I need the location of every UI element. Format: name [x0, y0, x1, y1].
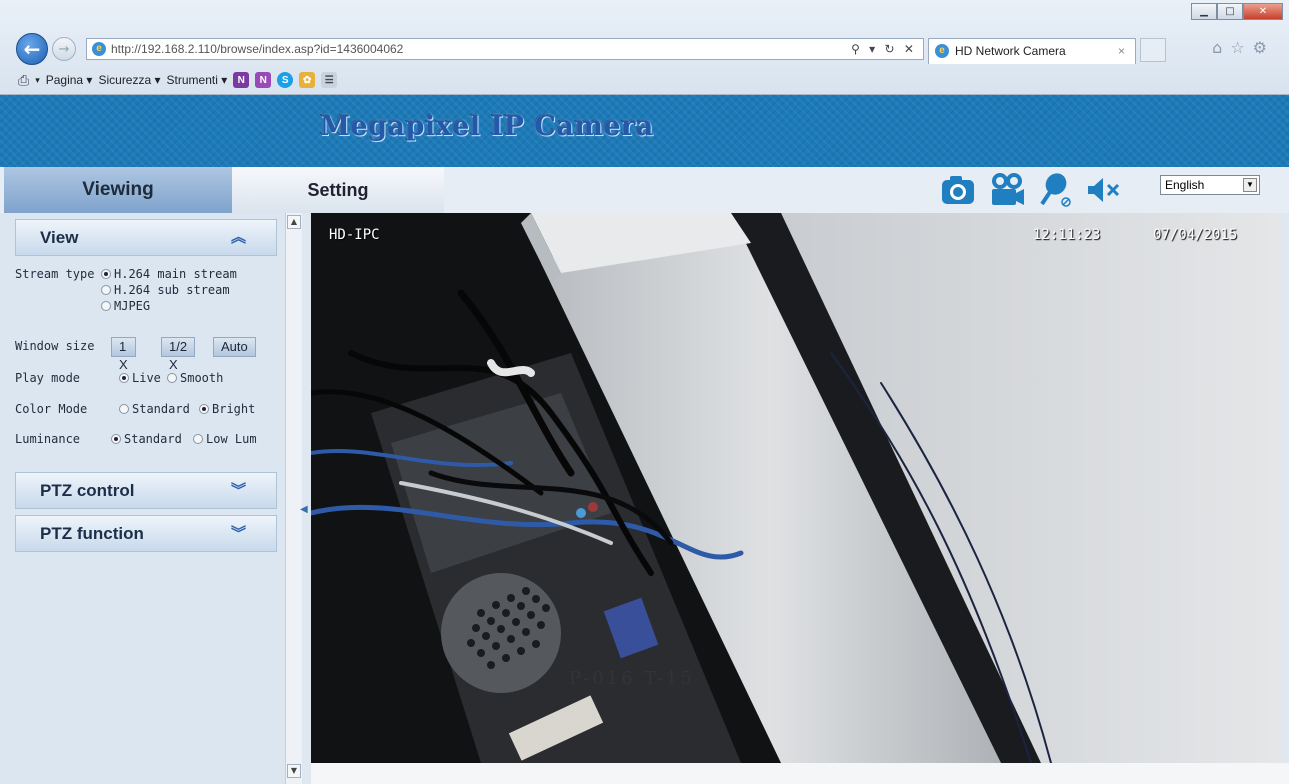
play-mode-live[interactable]: Live: [119, 371, 161, 385]
menu-pagina[interactable]: Pagina ▾: [46, 73, 93, 87]
ptz-function-title: PTZ function: [40, 524, 144, 543]
new-tab-button[interactable]: [1140, 38, 1166, 62]
maximize-button[interactable]: □: [1217, 3, 1243, 20]
camera-feed-image: [311, 213, 1281, 763]
language-select[interactable]: English ▼: [1160, 175, 1260, 195]
collapse-panel-icon[interactable]: ◀: [300, 504, 308, 520]
window-controls: ▁ □ ✕: [1191, 3, 1283, 20]
print-icon[interactable]: ⎙: [18, 72, 29, 89]
stream-option-sub[interactable]: H.264 sub stream: [101, 283, 230, 297]
radio-icon[interactable]: [119, 373, 129, 383]
tab-setting[interactable]: Setting: [232, 167, 444, 213]
radio-icon[interactable]: [101, 285, 111, 295]
ptz-control-title: PTZ control: [40, 481, 135, 500]
scene-label-text: P-016 T-15: [569, 668, 695, 689]
window-size-label: Window size: [15, 339, 95, 353]
radio-icon[interactable]: [167, 373, 177, 383]
video-view[interactable]: HD-IPC 12:11:23 07/04/2015 P-016 T-15: [311, 213, 1281, 763]
onenote-linked-icon[interactable]: N: [255, 72, 272, 88]
stream-option-mjpeg[interactable]: MJPEG: [101, 299, 150, 313]
menu-sicurezza[interactable]: Sicurezza ▾: [98, 73, 160, 87]
address-bar[interactable]: e http://192.168.2.110/browse/index.asp?…: [86, 38, 924, 60]
snapshot-button[interactable]: [940, 172, 976, 208]
ptz-control-header[interactable]: PTZ control ︾: [15, 472, 277, 509]
microphone-button[interactable]: [1038, 172, 1074, 208]
video-bottom-strip: [311, 763, 1289, 784]
menu-strumenti[interactable]: Strumenti ▾: [167, 73, 228, 87]
addon-icon[interactable]: ✿: [299, 72, 316, 88]
view-panel-title: View: [40, 228, 79, 247]
favorites-icon[interactable]: ☆: [1230, 38, 1252, 57]
scroll-up-icon[interactable]: ▲: [287, 215, 301, 229]
color-mode-bright[interactable]: Bright: [199, 402, 255, 416]
address-url: http://192.168.2.110/browse/index.asp?id…: [111, 42, 404, 56]
video-record-icon: [992, 173, 1024, 205]
side-panel-scrollbar[interactable]: ▲ ▼: [285, 213, 302, 784]
record-button[interactable]: [990, 172, 1026, 208]
radio-icon[interactable]: [199, 404, 209, 414]
forward-button[interactable]: →: [52, 37, 76, 61]
mute-button[interactable]: [1086, 172, 1122, 208]
radio-icon[interactable]: [111, 434, 121, 444]
language-selected: English: [1165, 178, 1205, 192]
luminance-low[interactable]: Low Lum: [193, 432, 257, 446]
header-banner: Megapixel IP Camera: [0, 95, 1289, 167]
radio-icon[interactable]: [101, 301, 111, 311]
play-mode-label: Play mode: [15, 371, 81, 385]
time-overlay: 12:11:23: [1033, 227, 1101, 243]
window-size-half-button[interactable]: 1/2 X: [161, 337, 196, 372]
microphone-icon: [1040, 173, 1071, 207]
luminance-standard[interactable]: Standard: [111, 432, 182, 446]
browser-tab[interactable]: e HD Network Camera ×: [928, 38, 1136, 64]
camera-icon: [942, 176, 974, 204]
radio-icon[interactable]: [193, 434, 203, 444]
side-panel: View ︽ Stream type H.264 main stream H.2…: [0, 213, 285, 784]
options-icon[interactable]: ☰: [321, 72, 338, 88]
tab-viewing[interactable]: Viewing: [4, 167, 232, 213]
stream-type-label: Stream type: [15, 267, 95, 281]
stream-option-main[interactable]: H.264 main stream: [101, 267, 237, 281]
browser-tab-title: HD Network Camera: [955, 44, 1066, 58]
chevron-down-icon[interactable]: ▼: [1243, 178, 1257, 192]
skype-icon[interactable]: S: [277, 72, 294, 88]
ie-icon: e: [935, 44, 949, 58]
home-icon[interactable]: ⌂: [1212, 38, 1230, 57]
radio-icon[interactable]: [119, 404, 129, 414]
date-overlay: 07/04/2015: [1153, 227, 1238, 243]
color-mode-standard[interactable]: Standard: [119, 402, 190, 416]
view-panel-header[interactable]: View ︽: [15, 219, 277, 256]
window-size-auto-button[interactable]: Auto: [213, 337, 256, 357]
minimize-button[interactable]: ▁: [1191, 3, 1217, 20]
chevron-down-icon[interactable]: ︾: [231, 516, 246, 551]
command-bar: ⎙ ▾ Pagina ▾ Sicurezza ▾ Strumenti ▾ N N…: [18, 70, 338, 90]
address-tools[interactable]: ⚲ ▾ ↻ ✕: [851, 39, 917, 59]
chevron-down-icon[interactable]: ︾: [231, 473, 246, 508]
camera-name-overlay: HD-IPC: [329, 227, 380, 243]
tab-close-icon[interactable]: ×: [1118, 39, 1125, 63]
luminance-label: Luminance: [15, 432, 81, 446]
close-window-button[interactable]: ✕: [1243, 3, 1283, 20]
main-tab-bar: Viewing Setting English ▼: [0, 167, 1289, 213]
window-size-1x-button[interactable]: 1 X: [111, 337, 136, 372]
speaker-mute-icon: [1088, 178, 1120, 202]
back-button[interactable]: ←: [16, 33, 48, 65]
ptz-function-header[interactable]: PTZ function ︾: [15, 515, 277, 552]
onenote-icon[interactable]: N: [233, 72, 250, 88]
play-mode-smooth[interactable]: Smooth: [167, 371, 223, 385]
browser-right-icons: ⌂☆⚙: [1212, 38, 1275, 57]
chevron-up-icon[interactable]: ︽: [231, 220, 246, 255]
scroll-down-icon[interactable]: ▼: [287, 764, 301, 778]
browser-chrome: ▁ □ ✕ ← → e http://192.168.2.110/browse/…: [0, 0, 1289, 95]
gear-icon[interactable]: ⚙: [1253, 38, 1275, 57]
radio-icon[interactable]: [101, 269, 111, 279]
page-title: Megapixel IP Camera: [320, 111, 654, 142]
ie-icon: e: [92, 42, 106, 56]
color-mode-label: Color Mode: [15, 402, 88, 416]
